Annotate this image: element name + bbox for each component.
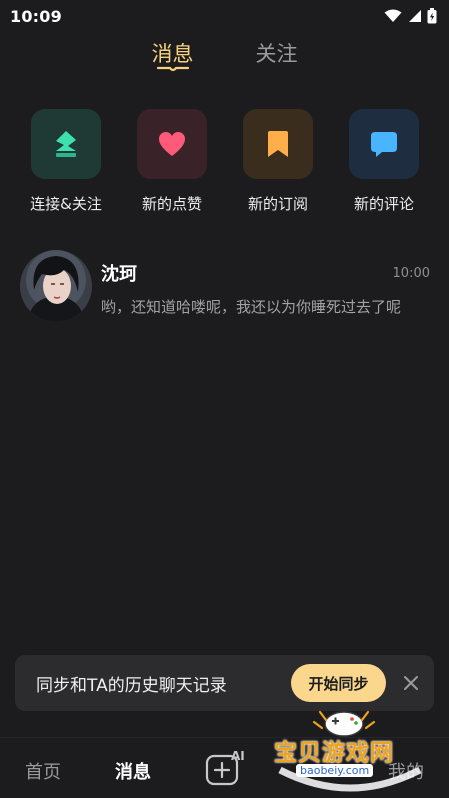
message-time: 10:00 xyxy=(392,265,430,281)
avatar xyxy=(20,250,92,322)
quick-action-icon-box xyxy=(137,109,207,179)
start-sync-button[interactable]: 开始同步 xyxy=(291,664,386,702)
quick-actions: 连接&关注 新的点赞 新的订阅 新的评论 xyxy=(19,109,431,214)
conversation-body: 沈珂 10:00 哟，还知道哈喽呢，我还以为你睡死过去了呢 xyxy=(101,250,430,317)
comment-icon xyxy=(371,132,397,157)
message-preview: 哟，还知道哈喽呢，我还以为你睡死过去了呢 xyxy=(101,298,402,316)
tab-messages-label: 消息 xyxy=(151,42,194,66)
bottom-nav: 首页 消息 AI 我的 xyxy=(0,737,449,798)
quick-action-label: 新的点赞 xyxy=(141,195,202,213)
avatar-portrait xyxy=(20,250,92,322)
quick-action-icon-box xyxy=(349,109,419,179)
sync-banner-text: 同步和TA的历史聊天记录 xyxy=(36,675,227,696)
close-icon[interactable] xyxy=(402,674,420,692)
tab-messages[interactable]: 消息 xyxy=(152,36,194,80)
quick-action-label: 新的评论 xyxy=(353,195,414,213)
tab-following[interactable]: 关注 xyxy=(256,36,298,80)
wifi-icon xyxy=(384,9,402,22)
conversation-header: 沈珂 10:00 xyxy=(101,260,430,286)
bookmark-icon xyxy=(268,131,288,157)
heart-icon xyxy=(159,132,185,156)
top-tabs: 消息 关注 xyxy=(0,36,449,80)
quick-action-new-subscriptions[interactable]: 新的订阅 xyxy=(231,109,325,214)
status-icons xyxy=(384,8,437,24)
contact-name: 沈珂 xyxy=(101,264,137,285)
ai-badge: AI xyxy=(231,749,245,763)
quick-action-label: 新的订阅 xyxy=(247,195,308,213)
connect-icon xyxy=(56,131,76,157)
quick-action-new-likes[interactable]: 新的点赞 xyxy=(125,109,219,214)
nav-mine[interactable]: 我的 xyxy=(388,758,424,784)
battery-icon xyxy=(427,8,437,24)
sync-history-banner: 同步和TA的历史聊天记录 开始同步 xyxy=(15,655,434,711)
nav-create-button[interactable]: AI xyxy=(205,749,249,786)
quick-action-icon-box xyxy=(31,109,101,179)
quick-action-label: 连接&关注 xyxy=(30,195,102,213)
nav-messages[interactable]: 消息 xyxy=(115,758,151,784)
quick-action-new-comments[interactable]: 新的评论 xyxy=(337,109,431,214)
quick-action-connect-follow[interactable]: 连接&关注 xyxy=(19,109,113,214)
status-time: 10:09 xyxy=(10,6,62,26)
tab-active-indicator xyxy=(156,66,189,72)
tab-following-label: 关注 xyxy=(255,42,298,66)
nav-home[interactable]: 首页 xyxy=(25,758,61,784)
quick-action-icon-box xyxy=(243,109,313,179)
conversation-item[interactable]: 沈珂 10:00 哟，还知道哈喽呢，我还以为你睡死过去了呢 xyxy=(20,250,430,326)
status-bar: 10:09 xyxy=(0,0,449,32)
signal-icon xyxy=(409,10,421,22)
